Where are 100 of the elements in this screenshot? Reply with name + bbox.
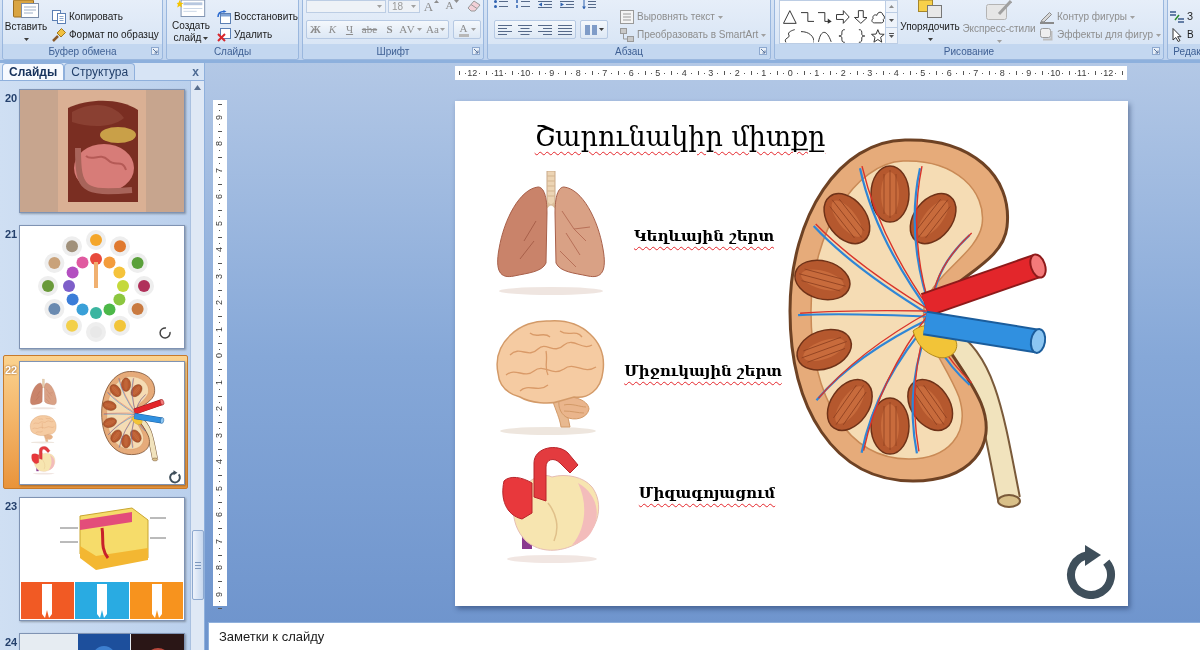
clipboard-icon <box>13 0 39 18</box>
ruler-number: 5 <box>215 485 225 491</box>
freeform-icon[interactable] <box>783 29 797 43</box>
align-left-icon[interactable] <box>498 24 512 35</box>
down-arrow-icon[interactable] <box>853 10 868 24</box>
caret-icon <box>377 5 382 8</box>
elbow-arrow-icon[interactable] <box>818 10 832 24</box>
ruler-number: 6 <box>215 512 225 518</box>
delete-icon <box>217 28 231 42</box>
close-button[interactable]: x <box>192 65 199 78</box>
slide-thumbnail[interactable] <box>19 225 185 349</box>
ruler-number: 2 <box>215 300 225 306</box>
align-right-icon[interactable] <box>538 24 552 35</box>
delete-button[interactable]: Удалить <box>215 26 301 44</box>
ruler-number: 6 <box>215 194 225 200</box>
pen-icon <box>1040 10 1054 24</box>
group-label: Редак <box>1173 46 1200 57</box>
ruler-number: 4 <box>681 68 687 78</box>
organ-label: Կեղևային շերտ <box>634 226 774 247</box>
slide-thumbnail[interactable] <box>19 497 185 621</box>
slide-thumbnail[interactable] <box>19 361 185 485</box>
cloud-icon[interactable] <box>871 10 886 24</box>
new-slide-icon <box>176 0 206 17</box>
dialog-launcher-icon[interactable] <box>151 47 159 55</box>
ruler-number: 4 <box>893 68 899 78</box>
right-arrow-icon[interactable] <box>836 10 850 24</box>
ruler-number: 3 <box>708 68 714 78</box>
columns-button[interactable] <box>580 20 608 39</box>
slide-list-item[interactable]: 23 <box>3 491 188 625</box>
justify-icon[interactable] <box>558 24 572 35</box>
dialog-launcher-icon[interactable] <box>1152 47 1160 55</box>
gallery-up-button[interactable] <box>886 0 898 13</box>
ruler-number: 11 <box>494 68 504 78</box>
ruler-number: 7 <box>973 68 979 78</box>
diagram-icon <box>620 28 634 42</box>
paste-button[interactable]: Вставить <box>4 0 48 44</box>
arrange-icon <box>918 0 942 18</box>
group-label: Рисование <box>943 46 995 57</box>
ruler-number: 2 <box>215 406 225 412</box>
select-button[interactable]: В <box>1168 26 1196 44</box>
new-slide-button[interactable]: Создать слайд <box>169 0 213 44</box>
shadow-box-icon <box>1040 28 1054 42</box>
align-center-icon[interactable] <box>518 24 532 35</box>
elbow-connector-icon[interactable] <box>800 10 815 24</box>
gallery-down-button[interactable] <box>886 13 898 28</box>
slide-title: Շարունակիր միտքը <box>534 120 826 154</box>
line-spacing-icon[interactable] <box>582 0 596 9</box>
copy-icon <box>52 10 66 24</box>
arc-icon[interactable] <box>800 29 815 43</box>
curve-icon[interactable] <box>818 29 832 43</box>
scroll-up-icon[interactable] <box>194 85 201 90</box>
triangle-icon[interactable] <box>783 10 797 24</box>
scrollbar-thumb[interactable] <box>191 530 204 600</box>
group-label: Шрифт <box>376 46 410 57</box>
format-painter-button[interactable]: Формат по образцу <box>50 26 161 44</box>
star-icon[interactable] <box>871 29 886 43</box>
ruler-number: 9 <box>549 68 555 78</box>
group-label: Слайды <box>213 46 252 57</box>
group-label: Абзац <box>614 46 644 57</box>
ruler-number: 6 <box>628 68 634 78</box>
caret-icon <box>598 28 604 31</box>
ruler-number: 1 <box>215 379 225 385</box>
brush-icon <box>52 28 66 42</box>
group-label: Буфер обмена <box>48 46 117 57</box>
notes-field[interactable]: Заметки к слайду <box>208 622 1200 650</box>
caret-icon <box>411 5 416 8</box>
caret-up-icon <box>889 5 894 8</box>
numbered-list-icon[interactable] <box>516 0 530 9</box>
bullet-list-icon[interactable] <box>494 0 508 9</box>
ruler-number: 3 <box>215 432 225 438</box>
dialog-launcher-icon[interactable] <box>759 47 767 55</box>
copy-button[interactable]: Копировать <box>50 8 161 26</box>
replace-button[interactable]: З <box>1168 8 1196 26</box>
ruler-number: 5 <box>215 220 225 226</box>
decrease-indent-icon[interactable] <box>538 0 552 9</box>
panel-tab[interactable]: Слайды <box>2 63 65 80</box>
slide-list-item[interactable]: 20 <box>3 83 188 217</box>
organ-label: Միջուկային շերտ <box>624 361 782 382</box>
ruler-number: 3 <box>867 68 873 78</box>
panel-tab[interactable]: Структура <box>64 63 136 80</box>
ruler-number: 4 <box>215 459 225 465</box>
slide-list-item[interactable]: 21 <box>3 219 188 353</box>
ruler-number: 11 <box>1077 68 1087 78</box>
ruler-number: 1 <box>215 326 225 332</box>
ruler-number: 7 <box>602 68 608 78</box>
ruler-number: 7 <box>215 538 225 544</box>
slide-thumbnail[interactable] <box>19 89 185 213</box>
reset-button[interactable]: Восстановить <box>215 8 301 26</box>
slide-list-item[interactable]: 24 <box>3 627 188 650</box>
organ-label: Միզագոյացում <box>638 483 776 504</box>
arrange-button[interactable]: Упорядочить <box>899 0 961 44</box>
caret-up-icon <box>434 0 440 3</box>
ruler-number: 8 <box>575 68 581 78</box>
ruler-number: 2 <box>734 68 740 78</box>
more-icon <box>889 33 894 38</box>
increase-indent-icon[interactable] <box>560 0 574 9</box>
gallery-more-button[interactable] <box>886 28 898 44</box>
ruler-number: 12 <box>1103 68 1114 78</box>
ruler-number: 4 <box>215 247 225 253</box>
ruler-number: 9 <box>1026 68 1032 78</box>
